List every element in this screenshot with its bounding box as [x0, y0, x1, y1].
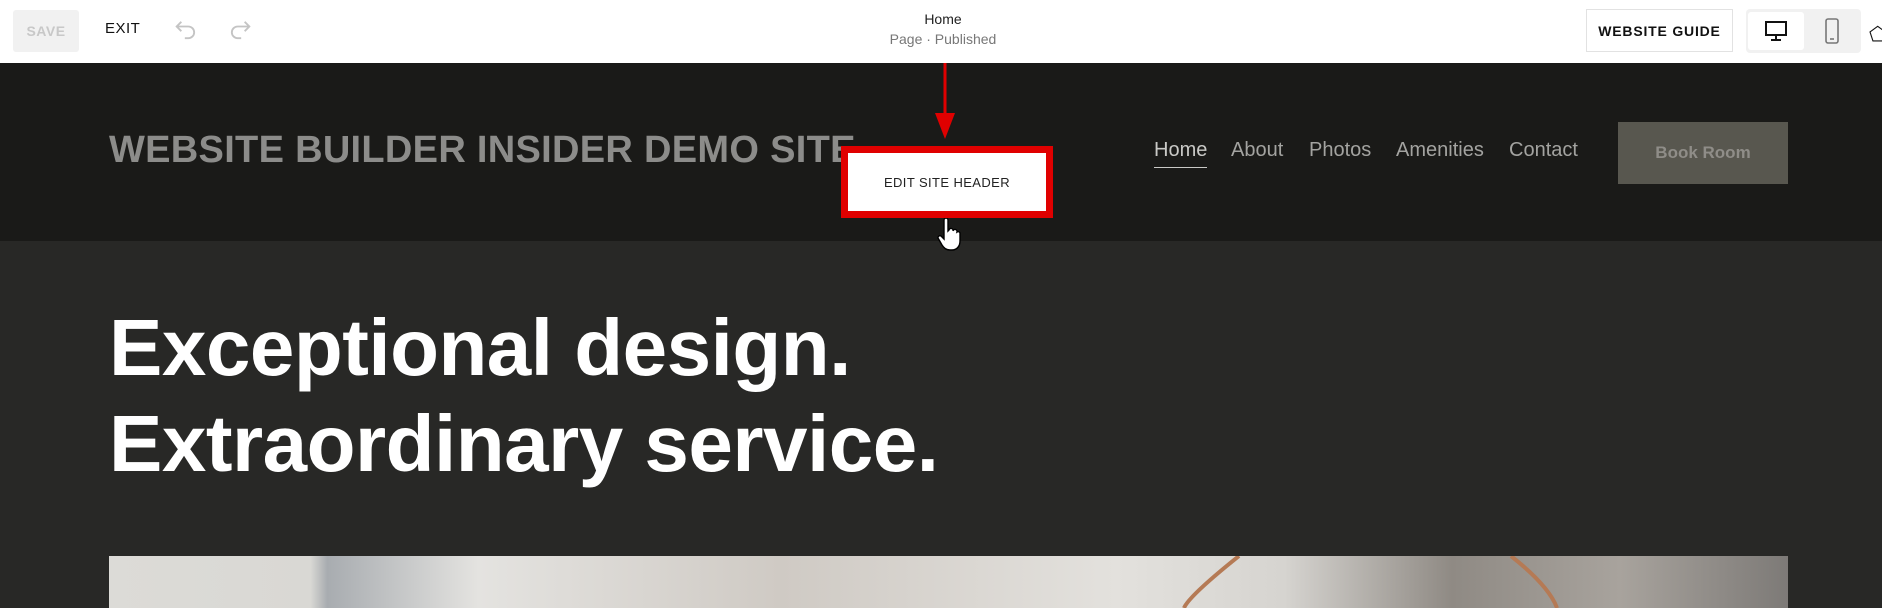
hero-image	[109, 556, 1788, 608]
exit-button[interactable]: EXIT	[105, 20, 140, 37]
annotation-arrow-icon	[935, 63, 955, 139]
page-status: Page · Published	[889, 31, 997, 47]
desktop-icon	[1765, 21, 1787, 41]
lamp-arc-image	[1182, 556, 1559, 608]
hero-line-1: Exceptional design.	[109, 303, 851, 392]
collapse-icon[interactable]: ⬠	[1869, 22, 1882, 47]
site-title[interactable]: WEBSITE BUILDER INSIDER DEMO SITE	[109, 129, 856, 172]
redo-icon[interactable]	[226, 16, 254, 44]
undo-icon[interactable]	[172, 16, 200, 44]
device-toggle	[1746, 9, 1861, 53]
book-room-button[interactable]: Book Room	[1618, 122, 1788, 184]
hand-cursor-icon	[937, 218, 961, 251]
desktop-view-button[interactable]	[1748, 12, 1804, 50]
nav-about[interactable]: About	[1231, 139, 1283, 162]
hero-heading: Exceptional design. Extraordinary servic…	[109, 300, 939, 492]
edit-site-header-highlight: EDIT SITE HEADER	[841, 146, 1053, 218]
nav-contact[interactable]: Contact	[1509, 139, 1578, 162]
mobile-icon	[1825, 18, 1839, 44]
nav-photos[interactable]: Photos	[1309, 139, 1371, 162]
page-title: Home	[924, 11, 962, 27]
editor-toolbar: SAVE EXIT Home Page · Published WEBSITE …	[0, 0, 1882, 63]
mobile-view-button[interactable]	[1804, 12, 1860, 50]
hero-line-2: Extraordinary service.	[109, 399, 939, 488]
page-info: Home Page · Published	[843, 11, 1043, 47]
edit-site-header-button[interactable]: EDIT SITE HEADER	[848, 153, 1046, 211]
save-button[interactable]: SAVE	[13, 10, 79, 52]
nav-home[interactable]: Home	[1154, 139, 1208, 168]
nav-amenities[interactable]: Amenities	[1396, 139, 1484, 162]
website-guide-button[interactable]: WEBSITE GUIDE	[1586, 9, 1733, 52]
